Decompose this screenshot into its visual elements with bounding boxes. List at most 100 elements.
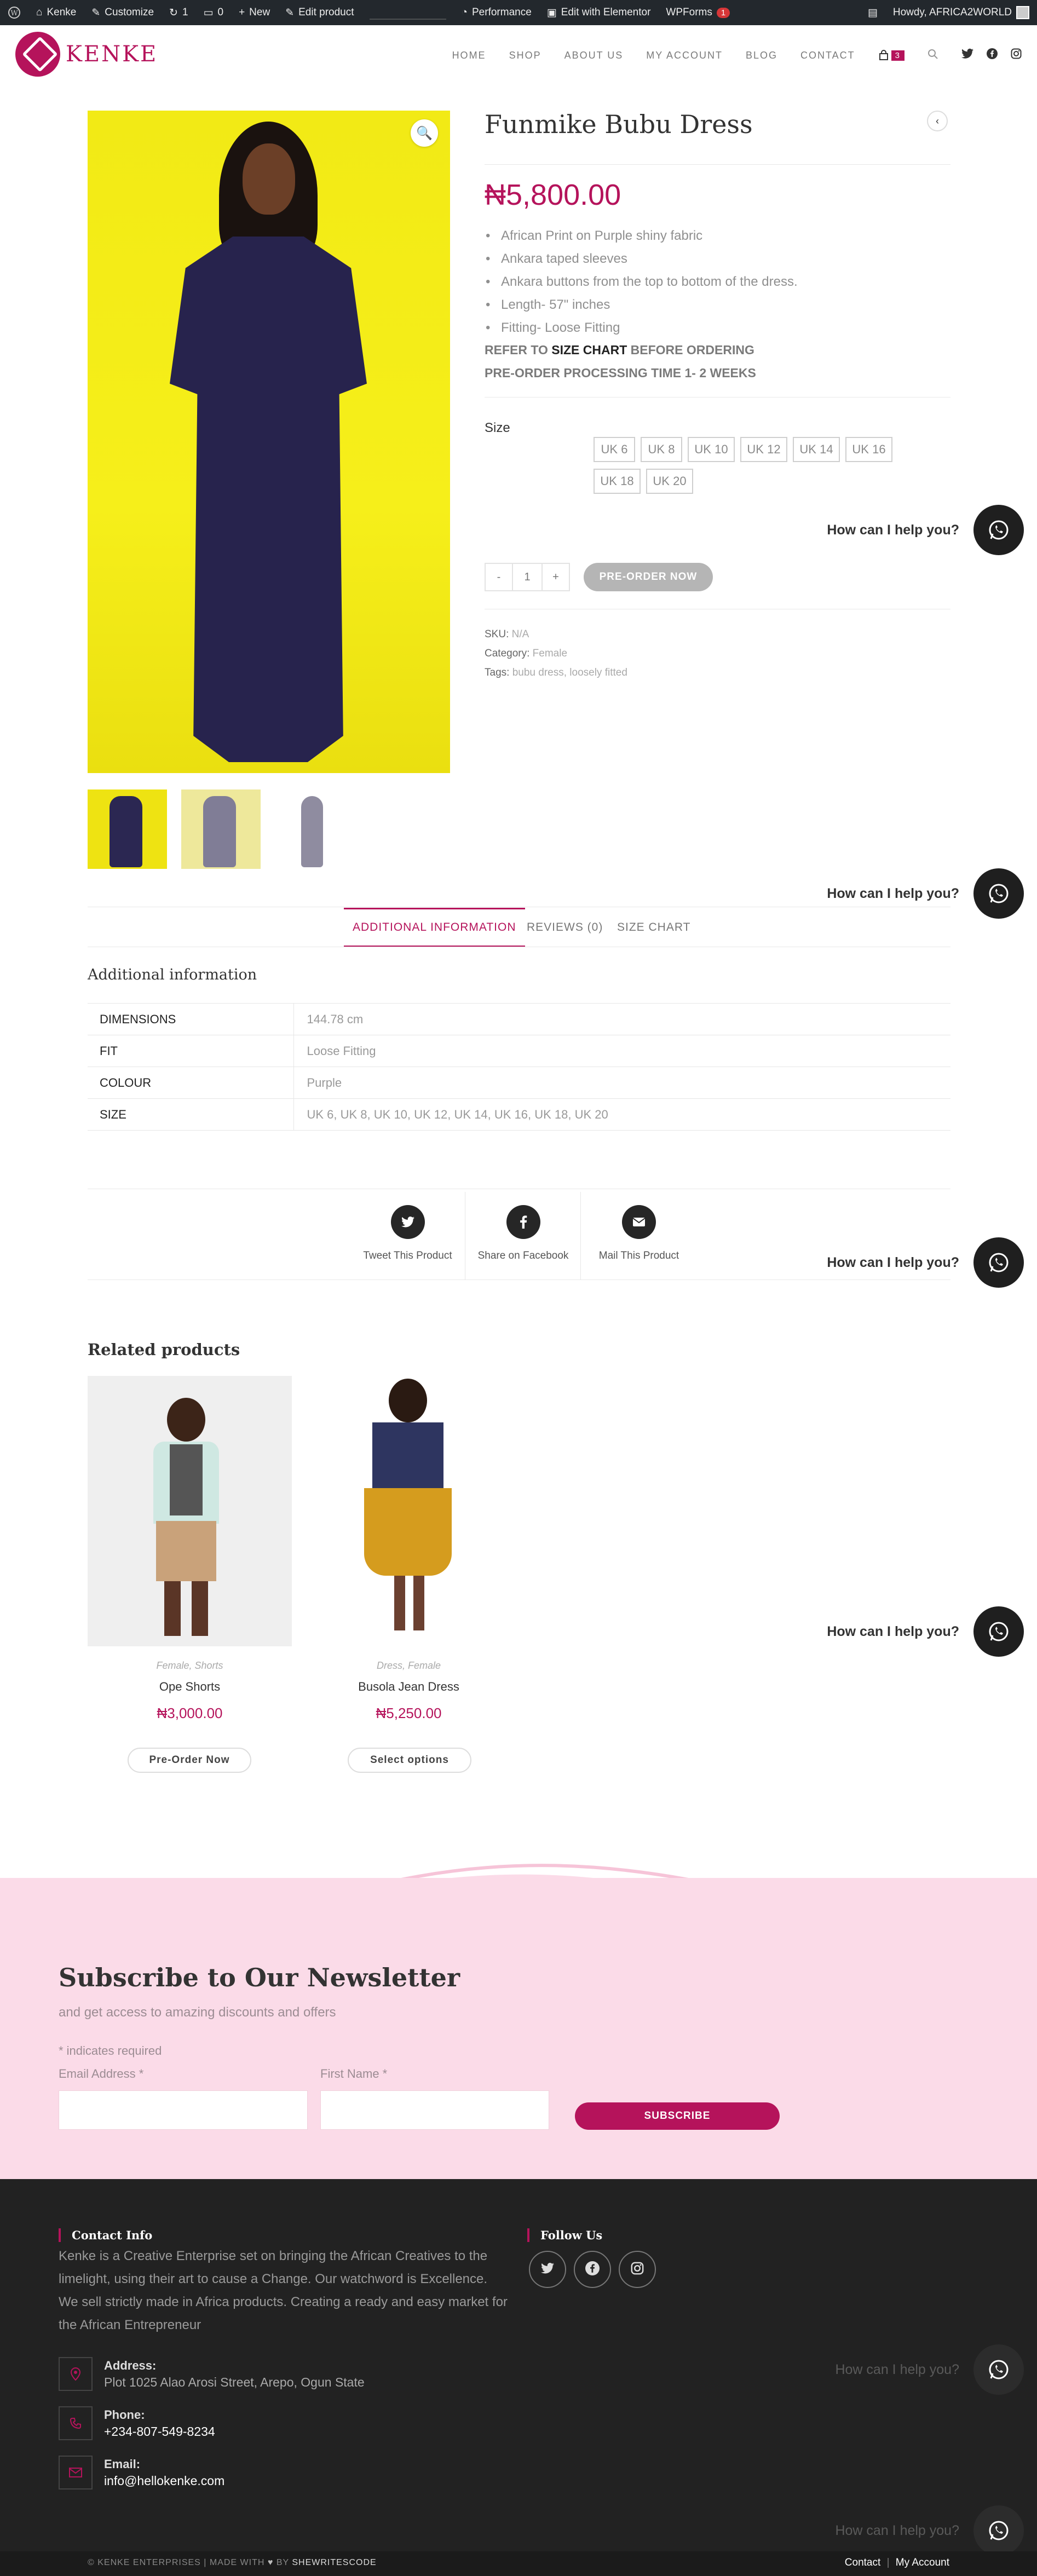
wordpress-logo-icon[interactable]: W — [0, 0, 28, 25]
size-option[interactable]: UK 8 — [641, 437, 682, 462]
quantity-plus-button[interactable]: + — [541, 563, 570, 591]
whatsapp-icon[interactable] — [973, 2344, 1024, 2395]
quantity-input[interactable]: 1 — [513, 563, 541, 591]
product-card-image[interactable] — [307, 1376, 511, 1646]
nav-my-account[interactable]: MY ACCOUNT — [646, 50, 723, 61]
admin-updates-count: 1 — [182, 7, 188, 18]
product-card-name[interactable]: Busola Jean Dress — [307, 1680, 511, 1694]
category-link[interactable]: Female — [533, 648, 567, 659]
tab-additional-information[interactable]: ADDITIONAL INFORMATION — [344, 908, 525, 947]
share-twitter[interactable]: Tweet This Product — [350, 1192, 465, 1280]
search-icon[interactable] — [927, 49, 938, 62]
instagram-icon[interactable] — [1011, 48, 1022, 62]
admin-performance-link[interactable]: ◔ Performance — [454, 0, 539, 25]
select-options-button[interactable]: Select options — [348, 1748, 471, 1773]
whatsapp-help-widget[interactable]: How can I help you? — [805, 2342, 1024, 2397]
size-chart-link[interactable]: SIZE CHART — [551, 343, 627, 357]
footer-my-account-link[interactable]: My Account — [896, 2557, 949, 2568]
twitter-icon[interactable] — [961, 48, 973, 62]
whatsapp-icon[interactable] — [973, 2505, 1024, 2556]
product-thumbnail[interactable] — [275, 789, 354, 869]
tab-size-chart[interactable]: SIZE CHART — [617, 908, 690, 947]
footer-twitter-link[interactable] — [529, 2251, 566, 2288]
product-thumbnail[interactable] — [181, 789, 261, 869]
nav-contact[interactable]: CONTACT — [800, 50, 855, 61]
product-thumbnail[interactable] — [88, 789, 167, 869]
first-name-field[interactable] — [320, 2090, 549, 2130]
admin-howdy-label: Howdy, AFRICA2WORLD — [892, 7, 1012, 18]
size-option[interactable]: UK 20 — [646, 469, 693, 494]
newsletter-subtitle: and get access to amazing discounts and … — [59, 2005, 336, 2020]
size-option[interactable]: UK 14 — [793, 437, 840, 462]
admin-elementor-link[interactable]: ▣ Edit with Elementor — [539, 0, 659, 25]
envelope-icon — [622, 1205, 656, 1239]
footer-instagram-link[interactable] — [619, 2251, 656, 2288]
logo-text: KENKE — [66, 42, 158, 67]
nav-shop[interactable]: SHOP — [509, 50, 541, 61]
quantity-minus-button[interactable]: - — [485, 563, 513, 591]
nav-blog[interactable]: BLOG — [746, 50, 777, 61]
admin-account-link[interactable]: Howdy, AFRICA2WORLD — [885, 0, 1037, 25]
whatsapp-help-widget[interactable]: How can I help you? — [805, 2503, 1024, 2558]
whatsapp-icon[interactable] — [973, 1606, 1024, 1657]
admin-site-link[interactable]: ⌂ Kenke — [28, 0, 84, 25]
header-social — [961, 48, 1022, 62]
size-option[interactable]: UK 16 — [845, 437, 892, 462]
copyright-brand-link[interactable]: SHEWRITESCODE — [292, 2558, 376, 2567]
cart-link[interactable]: 3 — [878, 50, 905, 61]
size-option[interactable]: UK 18 — [594, 469, 641, 494]
admin-edit-product-link[interactable]: ✎ Edit product — [278, 0, 361, 25]
size-option[interactable]: UK 6 — [594, 437, 635, 462]
product-card-image[interactable] — [88, 1376, 292, 1646]
admin-notes-link[interactable]: ▤ — [860, 0, 885, 25]
brush-icon: ✎ — [91, 7, 101, 19]
size-chart-note-prefix: REFER TO — [485, 343, 552, 357]
nav-home[interactable]: HOME — [452, 50, 486, 61]
share-mail[interactable]: Mail This Product — [581, 1192, 696, 1280]
attribute-name: COLOUR — [88, 1067, 294, 1099]
nav-about-us[interactable]: ABOUT US — [564, 50, 624, 61]
tag-link[interactable]: bubu dress — [512, 667, 564, 678]
site-logo[interactable]: KENKE — [15, 32, 158, 77]
whatsapp-help-widget[interactable]: How can I help you? — [805, 503, 1024, 557]
admin-comments-link[interactable]: ▭ 0 — [196, 0, 232, 25]
admin-stats-sparkline[interactable] — [362, 0, 454, 25]
product-card-category: Female, Shorts — [156, 1660, 223, 1671]
product-main-image[interactable] — [88, 111, 450, 773]
admin-updates-link[interactable]: ↻ 1 — [162, 0, 196, 25]
share-facebook[interactable]: Share on Facebook — [466, 1192, 581, 1280]
subscribe-button[interactable]: SUBSCRIBE — [575, 2102, 780, 2130]
size-option[interactable]: UK 10 — [688, 437, 735, 462]
product-card-name[interactable]: Ope Shorts — [88, 1680, 292, 1694]
whatsapp-help-widget[interactable]: How can I help you? — [805, 1235, 1024, 1290]
whatsapp-icon[interactable] — [973, 1237, 1024, 1288]
footer-facebook-link[interactable] — [574, 2251, 611, 2288]
preorder-note: PRE-ORDER PROCESSING TIME 1- 2 WEEKS — [485, 366, 756, 380]
footer-contact-link[interactable]: Contact — [845, 2557, 880, 2568]
preorder-button[interactable]: PRE-ORDER NOW — [584, 563, 713, 591]
admin-wpforms-link[interactable]: WPForms 1 — [658, 0, 738, 25]
email-value[interactable]: info@hellokenke.com — [104, 2474, 224, 2488]
size-option[interactable]: UK 12 — [740, 437, 787, 462]
tag-link[interactable]: loosely fitted — [569, 667, 627, 678]
phone-value[interactable]: +234-807-549-8234 — [104, 2424, 215, 2439]
admin-comments-count: 0 — [217, 7, 224, 18]
chevron-left-icon[interactable]: ‹ — [927, 111, 948, 131]
preorder-now-button[interactable]: Pre-Order Now — [128, 1748, 251, 1773]
facebook-icon[interactable] — [987, 48, 998, 62]
home-icon: ⌂ — [36, 7, 43, 18]
whatsapp-help-widget[interactable]: How can I help you? — [805, 1604, 1024, 1659]
tags-label: Tags: — [485, 667, 510, 678]
phone-icon — [59, 2406, 93, 2440]
admin-bar: W ⌂ Kenke ✎ Customize ↻ 1 ▭ 0 + New ✎ Edit pro… — [0, 0, 1037, 25]
attributes-table: DIMENSIONS 144.78 cm FIT Loose Fitting COL… — [88, 1003, 950, 1131]
admin-new-link[interactable]: + New — [231, 0, 278, 25]
product-category: Category: Female — [485, 648, 567, 660]
zoom-icon[interactable]: 🔍 — [411, 119, 438, 147]
email-field[interactable] — [59, 2090, 308, 2130]
admin-customize-link[interactable]: ✎ Customize — [84, 0, 162, 25]
related-products-title: Related products — [88, 1340, 240, 1359]
tab-reviews[interactable]: REVIEWS (0) — [527, 908, 603, 947]
whatsapp-icon[interactable] — [973, 505, 1024, 555]
elementor-icon: ▣ — [546, 7, 557, 19]
